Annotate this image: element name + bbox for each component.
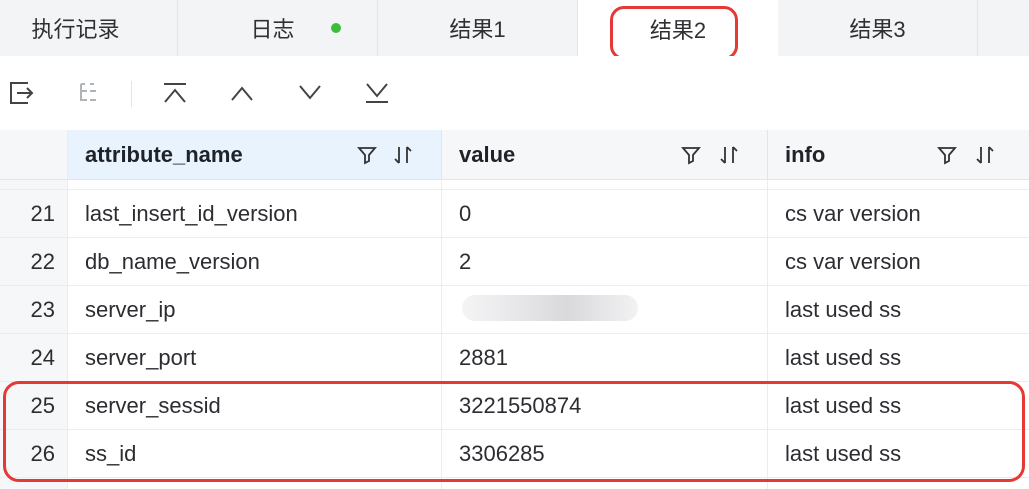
column-header-attribute-name[interactable]: attribute_name bbox=[68, 130, 442, 180]
result-tab-bar: 执行记录 日志 结果1 结果2 结果3 bbox=[0, 0, 1029, 57]
result-toolbar bbox=[0, 56, 1029, 130]
row-number-cell: 24 bbox=[0, 334, 68, 382]
sort-icon[interactable] bbox=[392, 144, 414, 166]
sort-icon[interactable] bbox=[974, 144, 996, 166]
last-row-button[interactable] bbox=[360, 76, 394, 110]
tab-execution-records[interactable]: 执行记录 bbox=[0, 0, 178, 56]
tab-label: 日志 bbox=[250, 17, 295, 42]
first-row-button[interactable] bbox=[158, 76, 192, 110]
row-number-cell: 23 bbox=[0, 286, 68, 334]
value-cell[interactable]: 2 bbox=[442, 238, 768, 286]
tree-icon bbox=[80, 83, 96, 101]
rows-highlight-annotation bbox=[3, 381, 1025, 482]
column-header-value[interactable]: value bbox=[442, 130, 768, 180]
first-row-icon bbox=[164, 83, 186, 103]
info-cell[interactable]: last used ss bbox=[768, 286, 1029, 334]
table-row[interactable]: 22 db_name_version 2 cs var version bbox=[0, 238, 1029, 286]
info-cell[interactable]: last used ss bbox=[768, 334, 1029, 382]
column-title: attribute_name bbox=[85, 141, 243, 167]
attribute-name-cell[interactable]: server_port bbox=[68, 334, 442, 382]
tab-result-3[interactable]: 结果3 bbox=[778, 0, 978, 56]
column-title: info bbox=[785, 141, 826, 167]
filter-icon[interactable] bbox=[680, 144, 702, 166]
row-number-cell: 21 bbox=[0, 190, 68, 238]
table-row-partial bbox=[0, 180, 1029, 190]
export-icon bbox=[10, 82, 34, 104]
tab-log[interactable]: 日志 bbox=[178, 0, 378, 56]
column-header-info[interactable]: info bbox=[768, 130, 1029, 180]
next-row-button[interactable] bbox=[293, 76, 327, 110]
table-row[interactable]: 21 last_insert_id_version 0 cs var versi… bbox=[0, 190, 1029, 238]
last-row-icon bbox=[366, 83, 388, 103]
table-cell bbox=[442, 180, 768, 190]
value-cell[interactable]: 0 bbox=[442, 190, 768, 238]
column-title: value bbox=[459, 141, 516, 167]
info-cell[interactable]: cs var version bbox=[768, 190, 1029, 238]
attribute-name-cell[interactable]: server_ip bbox=[68, 286, 442, 334]
row-number-cell bbox=[0, 180, 68, 190]
tree-view-button[interactable] bbox=[72, 76, 106, 110]
table-cell bbox=[68, 180, 442, 190]
previous-row-icon bbox=[231, 86, 253, 101]
export-button[interactable] bbox=[4, 76, 38, 110]
previous-row-button[interactable] bbox=[225, 76, 259, 110]
filter-icon[interactable] bbox=[936, 144, 958, 166]
sort-icon[interactable] bbox=[718, 144, 740, 166]
table-cell bbox=[768, 180, 1029, 190]
filter-icon[interactable] bbox=[356, 144, 378, 166]
attribute-name-cell[interactable]: db_name_version bbox=[68, 238, 442, 286]
tab-label: 执行记录 bbox=[31, 17, 120, 42]
table-row[interactable]: 24 server_port 2881 last used ss bbox=[0, 334, 1029, 382]
info-cell[interactable]: cs var version bbox=[768, 238, 1029, 286]
tab-label: 结果3 bbox=[849, 17, 906, 42]
toolbar-divider bbox=[131, 81, 132, 107]
status-dot-icon bbox=[330, 23, 341, 33]
row-number-header bbox=[0, 130, 68, 180]
row-number-cell: 22 bbox=[0, 238, 68, 286]
attribute-name-cell[interactable]: last_insert_id_version bbox=[68, 190, 442, 238]
tab-label: 结果1 bbox=[449, 17, 506, 42]
next-row-icon bbox=[299, 85, 321, 100]
value-cell[interactable]: 2881 bbox=[442, 334, 768, 382]
tab-result-1[interactable]: 结果1 bbox=[378, 0, 578, 56]
redacted-value-blur bbox=[462, 295, 638, 321]
tab-highlight-annotation bbox=[610, 6, 738, 60]
